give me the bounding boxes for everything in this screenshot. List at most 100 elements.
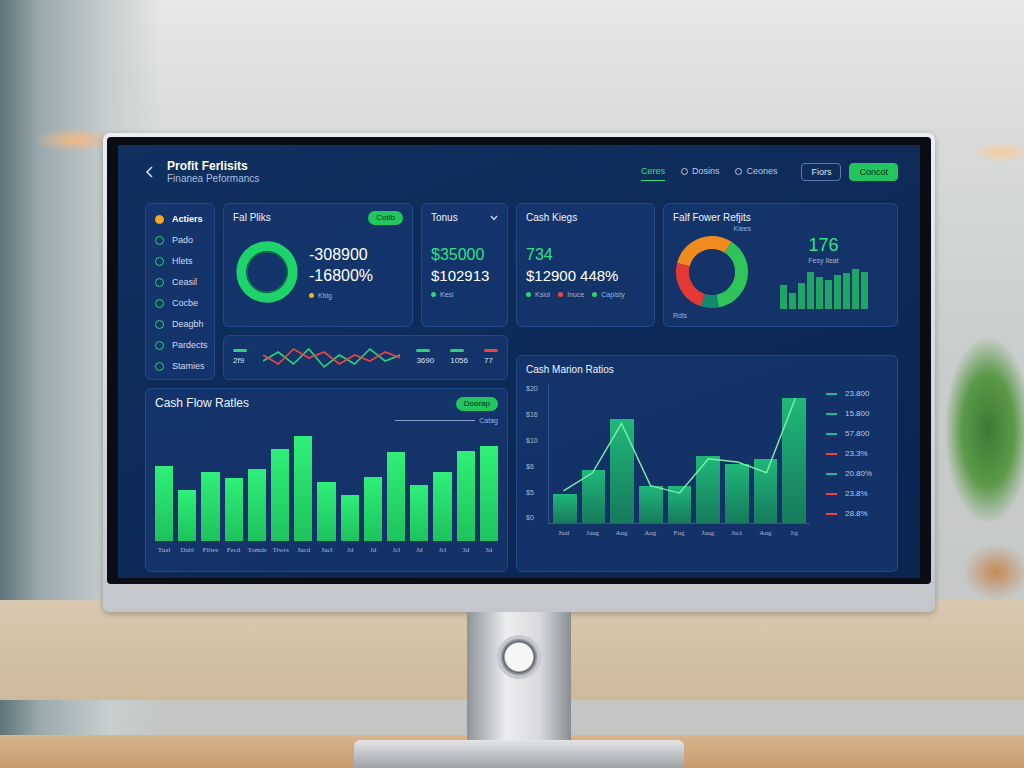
trend-label: 1056: [450, 356, 468, 366]
pnl-value: -308900: [309, 244, 373, 266]
plot-area: [548, 384, 810, 524]
card-title: Fal Pliks: [233, 211, 271, 224]
legend-item: 28.8%: [826, 508, 888, 520]
axis-label: Fecd: [224, 545, 242, 556]
chart-bar: [754, 459, 778, 523]
value-stack: -308900-16800%Kbig: [309, 244, 373, 300]
legend-item: Kbig: [309, 291, 373, 300]
axis-label: Jaj: [782, 528, 806, 539]
dashboard-screen: Profit FerlisitsFinanea PeformancsCeresD…: [118, 145, 920, 578]
range-pill[interactable]: Doorap: [456, 397, 498, 411]
trend-strip: 2f93690105677: [223, 335, 508, 380]
legend-label: 23.800: [845, 388, 869, 400]
monitor-bezel: Profit FerlisitsFinanea PeformancsCeresD…: [107, 137, 931, 584]
trend-dash: [450, 349, 464, 352]
legend-item: Inuce: [558, 290, 584, 299]
axis-labels: TualDablFliweFecdTomdsTiwrsJucdJuclJdJdJ…: [155, 545, 498, 556]
nav-tab[interactable]: Ceones: [735, 163, 777, 182]
chart-bar: [457, 451, 475, 541]
menu-circle-icon: [155, 320, 164, 329]
sidebar-item[interactable]: Stamies: [155, 358, 205, 375]
sidebar-label: Pardects: [172, 340, 208, 351]
mini-bar: [816, 277, 823, 309]
chart-bar: [201, 472, 219, 540]
chart-note: Catag: [155, 416, 498, 425]
legend-label: Ksiol: [535, 290, 550, 299]
sidebar-label: Deagbh: [172, 319, 204, 330]
sparkline: [263, 349, 400, 367]
total-primary: $35000: [431, 244, 498, 266]
chart-bar: [341, 495, 359, 541]
card-body: KieesRdls176Fesy Ileat: [673, 224, 888, 320]
legend-dash: [826, 393, 837, 395]
trend-item: 3690: [416, 349, 434, 366]
sparkline-chart: [263, 343, 400, 373]
cash-count: 734: [526, 244, 645, 266]
header-button[interactable]: Concot: [849, 163, 898, 182]
axis-label: Jcl: [434, 545, 452, 556]
note-line: [395, 420, 475, 421]
card-title: Cash Kiegs: [526, 211, 645, 224]
returns-value: 176: [808, 235, 838, 257]
sidebar-item[interactable]: Actiers: [155, 211, 205, 228]
legend-label: 57.800: [845, 428, 869, 440]
mini-bar: [861, 272, 868, 309]
mini-bar: [780, 285, 787, 309]
menu-circle-icon: [155, 236, 164, 245]
axis-label: Tomds: [248, 545, 267, 556]
chevron-down-icon[interactable]: [490, 215, 498, 221]
sidebar-item[interactable]: Pado: [155, 232, 205, 249]
legend-item: 57.800: [826, 428, 888, 440]
donut-block: KieesRdls: [673, 224, 751, 320]
axis-label: Aug: [638, 528, 662, 539]
nav-circle-icon: [681, 168, 688, 175]
back-arrow-icon[interactable]: [145, 166, 155, 178]
y-tick: $10: [526, 436, 548, 447]
axis-label: 3d: [480, 545, 498, 556]
header-button[interactable]: Fiors: [801, 163, 841, 182]
trend-label: 3690: [416, 356, 434, 366]
returns-summary: 176Fesy Ileat: [759, 235, 888, 310]
sidebar-item[interactable]: Hlets: [155, 253, 205, 270]
chart-bar: [387, 452, 405, 540]
axis-label: Aug: [610, 528, 634, 539]
trend-dash: [416, 349, 430, 352]
donut-chart: [673, 233, 751, 311]
y-tick: $6: [526, 462, 548, 473]
chart-bar: [582, 470, 606, 523]
mini-bar: [834, 275, 841, 310]
legend-item: 15.800: [826, 408, 888, 420]
sidebar-item[interactable]: Pardects: [155, 337, 205, 354]
monitor-stand: [467, 612, 571, 740]
legend-dot: [526, 292, 531, 297]
trend-dash: [484, 349, 498, 352]
axis-label: Jaug: [581, 528, 605, 539]
sidebar-label: Pado: [172, 235, 193, 246]
chart-bar: [178, 490, 196, 541]
legend-item: 23.800: [826, 388, 888, 400]
monitor: Profit FerlisitsFinanea PeformancsCeresD…: [103, 133, 935, 612]
legend-label: Kesl: [440, 290, 454, 299]
axis-label: Aug: [753, 528, 777, 539]
sidebar-item[interactable]: Deagbh: [155, 316, 205, 333]
monitor-chin: [107, 584, 931, 612]
legend-dash: [826, 453, 837, 455]
sidebar-item[interactable]: Cocbe: [155, 295, 205, 312]
axis-label: Tual: [155, 545, 173, 556]
axis-label: Fug: [667, 528, 691, 539]
sidebar-item[interactable]: Ceasil: [155, 274, 205, 291]
y-tick: $20: [526, 384, 548, 395]
axis-label: Jual: [552, 528, 576, 539]
nav-tab[interactable]: Dosins: [681, 163, 720, 182]
card-body: $35000$102913Kesl: [431, 224, 498, 319]
nav-tab[interactable]: Ceres: [641, 163, 665, 182]
legend-item: 20.80%: [826, 468, 888, 480]
legend-label: 28.8%: [845, 508, 868, 520]
trend-item: 2f9: [233, 349, 247, 366]
legend-dot: [309, 293, 314, 298]
cash-flow-panel: Cash Flow RatlesDoorapCatagTualDablFliwe…: [145, 388, 508, 572]
axis-label: Jd: [364, 545, 382, 556]
period-pill[interactable]: Cotib: [368, 211, 403, 225]
mini-bar: [843, 273, 850, 309]
card-header: Tonus: [431, 211, 498, 224]
